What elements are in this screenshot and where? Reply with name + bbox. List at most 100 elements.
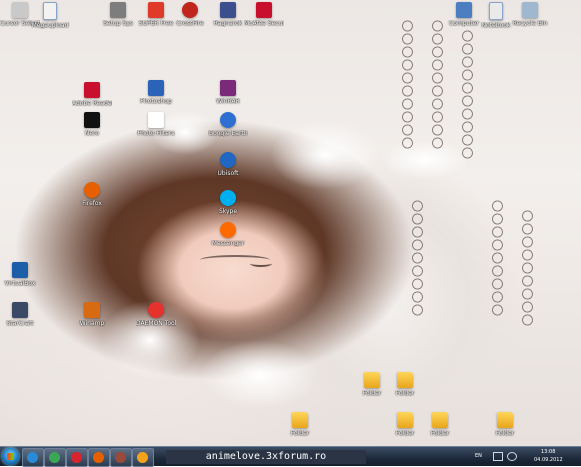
face-eyelash <box>250 260 272 267</box>
taskbar-app-button[interactable] <box>132 448 154 467</box>
system-tray: EN 13:08 04.09.2012 <box>471 447 581 466</box>
recycle-bin-icon <box>522 2 538 18</box>
ragnarok-icon <box>220 2 236 18</box>
taskbar-app-button[interactable] <box>44 448 66 467</box>
firefox-icon <box>93 452 104 463</box>
taskbar-app-button[interactable] <box>66 448 88 467</box>
feather-decoration <box>200 340 320 410</box>
desktop-icon[interactable]: CrossFire <box>170 0 210 42</box>
desktop-icon-label: Google Earth <box>208 130 248 137</box>
desktop-icon-label: Ubisoft <box>217 170 239 177</box>
feather-decoration <box>380 140 470 180</box>
feather-decoration <box>270 120 380 190</box>
desktop-icon[interactable]: Ragnarok <box>208 0 248 42</box>
internet-explorer-icon <box>27 452 38 463</box>
wallpaper-text-decoration: 〇〇〇〇〇〇〇〇〇〇 <box>430 20 444 150</box>
desktop-icon-label: Folder <box>430 430 450 437</box>
photoshop-icon <box>148 80 164 96</box>
taskbar-app-button[interactable] <box>22 448 44 467</box>
chrome-icon <box>49 452 60 463</box>
desktop-icon-label: Nero <box>84 130 100 137</box>
ubisoft-icon <box>220 152 236 168</box>
folder-icon <box>397 412 413 428</box>
language-indicator[interactable]: EN <box>475 453 482 459</box>
desktop-icon[interactable]: Messenger <box>208 220 248 262</box>
daemon-tools-icon <box>148 302 164 318</box>
folder-icon <box>364 372 380 388</box>
media-player-icon <box>137 452 148 463</box>
wallpaper-text-decoration: 〇〇〇〇〇〇〇〇〇 <box>410 200 424 317</box>
photo-filters-icon <box>148 112 164 128</box>
starcraft-icon <box>12 302 28 318</box>
start-button[interactable] <box>2 448 19 465</box>
desktop-icon-label: Folder <box>495 430 515 437</box>
desktop-icon[interactable]: Folder <box>280 410 320 446</box>
desktop-icon-label: Skype <box>218 208 238 215</box>
setup-icon <box>110 2 126 18</box>
document-icon <box>43 2 57 20</box>
desktop-icon[interactable]: Winamp <box>72 300 112 342</box>
virtualbox-icon <box>12 262 28 278</box>
desktop-icon-label: Recycle Bin <box>512 20 548 27</box>
folder-icon <box>432 412 448 428</box>
desktop-icon[interactable]: Adobe Reader <box>72 80 112 122</box>
folder-icon <box>497 412 513 428</box>
desktop-icon-label: McAfee Security <box>244 20 284 27</box>
google-earth-icon <box>220 112 236 128</box>
desktop-icon-label: Ragnarok <box>213 20 243 27</box>
desktop-icon-label: Photoshop <box>140 98 172 105</box>
desktop-icon-label: Photo Filters <box>137 130 175 137</box>
desktop-icon[interactable]: McAfee Security <box>244 0 284 42</box>
cursor-icon <box>12 2 28 18</box>
desktop-icon[interactable]: Folder <box>420 410 460 446</box>
wallpaper-text-decoration: 〇〇〇〇〇〇〇〇〇 <box>520 210 534 327</box>
messenger-icon <box>220 222 236 238</box>
clock-date[interactable]: 04.09.2012 <box>534 457 563 463</box>
taskbar: animelove.3xforum.ro EN 13:08 04.09.2012 <box>0 446 581 467</box>
desktop-icon-label: Megaupload <box>31 22 69 29</box>
super-icon <box>148 2 164 18</box>
desktop-icon[interactable]: VirtualBox <box>0 260 40 302</box>
desktop-icon-label: Folder <box>395 430 415 437</box>
folder-icon <box>397 372 413 388</box>
desktop-icon[interactable]: Google Earth <box>208 110 248 152</box>
forum-watermark-label: animelove.3xforum.ro <box>166 450 366 464</box>
desktop-icon[interactable]: Firefox <box>72 180 112 222</box>
skype-icon <box>220 190 236 206</box>
desktop-icon[interactable]: DAEMON Tools <box>136 300 176 342</box>
desktop-icon-label: CrossFire <box>176 20 204 27</box>
desktop-icon[interactable]: Folder <box>385 370 425 412</box>
network-icon[interactable] <box>493 452 503 461</box>
desktop-icon[interactable]: Ubisoft <box>208 150 248 192</box>
desktop-icon[interactable]: Megaupload <box>30 0 70 42</box>
desktop-icon-label: DAEMON Tools <box>136 320 176 327</box>
crossfire-icon <box>182 2 198 18</box>
desktop-icon-label: VirtualBox <box>4 280 36 287</box>
desktop-icon-label: WinRAR <box>216 98 240 105</box>
desktop-icon[interactable]: Setup Sys <box>98 0 138 42</box>
desktop-wallpaper: 〇〇〇〇〇〇〇〇〇〇 〇〇〇〇〇〇〇〇〇〇 〇〇〇〇〇〇〇〇〇〇 〇〇〇〇〇〇〇… <box>0 0 581 446</box>
wallpaper-text-decoration: 〇〇〇〇〇〇〇〇〇〇 <box>460 30 474 160</box>
clock-time[interactable]: 13:08 <box>541 449 555 455</box>
mcafee-icon <box>256 2 272 18</box>
opera-icon <box>71 452 82 463</box>
desktop-icon[interactable]: Photo Filters <box>136 110 176 152</box>
desktop-icon[interactable]: Folder <box>385 410 425 446</box>
desktop-icon[interactable]: StarCraft <box>0 300 40 342</box>
wallpaper-text-decoration: 〇〇〇〇〇〇〇〇〇 <box>490 200 504 317</box>
desktop-icon-label: Folder <box>395 390 415 397</box>
desktop-icon[interactable]: Recycle Bin <box>510 0 550 42</box>
desktop-icon-label: StarCraft <box>6 320 34 327</box>
winrar-icon <box>220 80 236 96</box>
adobe-reader-icon <box>84 82 100 98</box>
computer-icon <box>456 2 472 18</box>
folder-icon <box>292 412 308 428</box>
taskbar-app-button[interactable] <box>88 448 110 467</box>
taskbar-app-button[interactable] <box>110 448 132 467</box>
volume-icon[interactable] <box>507 452 517 461</box>
winamp-icon <box>84 302 100 318</box>
desktop-icon[interactable]: Folder <box>485 410 525 446</box>
desktop-icon-label: Folder <box>290 430 310 437</box>
desktop-icon-label: Firefox <box>82 200 102 207</box>
game-icon <box>115 452 126 463</box>
